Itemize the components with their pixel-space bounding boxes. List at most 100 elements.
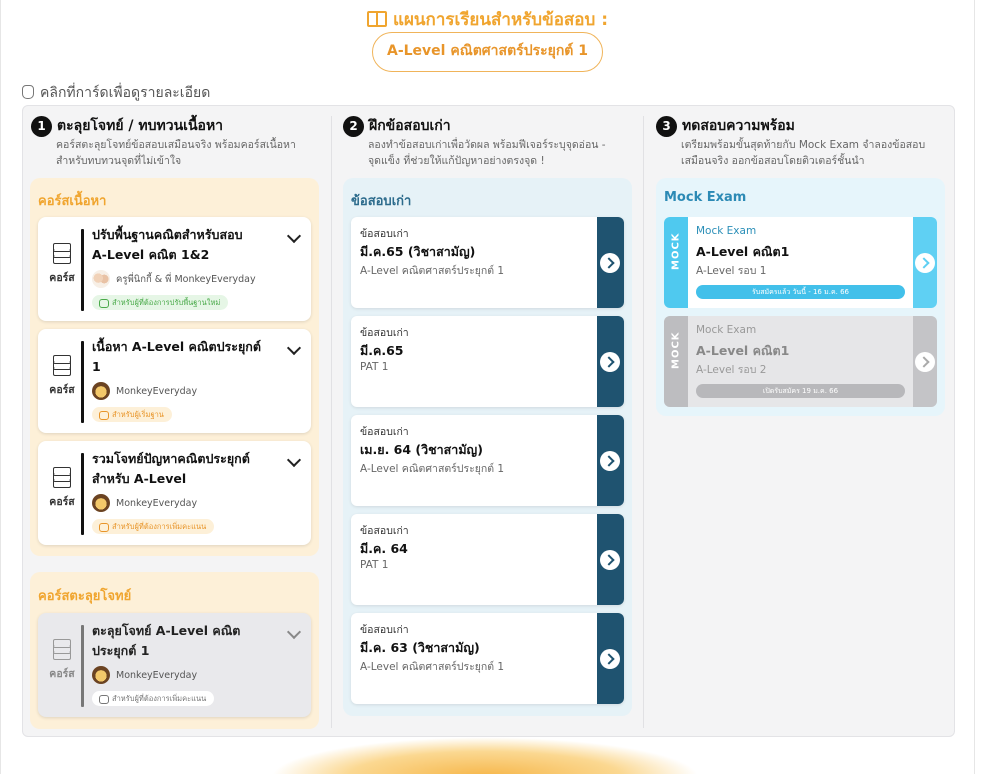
hint-label: คลิกที่การ์ดเพื่อดูรายละเอียด (40, 85, 211, 101)
content-course-group-title: คอร์สเนื้อหา (38, 194, 107, 209)
course-card[interactable]: คอร์ส รวมโจทย์ปัญหาคณิตประยุกต์ สำหรับ A… (38, 441, 311, 545)
step-3-description: เตรียมพร้อมขั้นสุดท้ายกับ Mock Exam จำลอ… (681, 137, 925, 169)
step-desc-line: เสมือนจริง ออกข้อสอบโดยติวเตอร์ชั้นนำ (681, 155, 865, 167)
course-tag: สำหรับผู้ที่ต้องการเพิ่มคะแนน (92, 691, 215, 706)
chevron-down-icon[interactable] (286, 624, 302, 640)
course-title: รวมโจทย์ปัญหาคณิตประยุกต์ สำหรับ A-Level (92, 449, 277, 489)
exam-date: มี.ค.65 (วิชาสามัญ) (360, 244, 476, 259)
old-exam-card[interactable]: ข้อสอบเก่า มี.ค.65 (วิชาสามัญ) A-Level ค… (351, 217, 624, 308)
course-accent-bar (81, 625, 84, 707)
hand-pointer-icon (22, 85, 34, 99)
chevron-right-icon (599, 450, 620, 471)
step-1-description: คอร์สตะลุยโจทย์ข้อสอบเสมือนจริง พร้อมคอร… (56, 137, 296, 169)
hint-text: คลิกที่การ์ดเพื่อดูรายละเอียด (22, 82, 210, 104)
bottom-decoration (270, 737, 700, 774)
teacher-name: MonkeyEveryday (116, 669, 198, 681)
step-desc-line: เตรียมพร้อมขั้นสุดท้ายกับ Mock Exam จำลอ… (681, 139, 926, 151)
step-2-description: ลองทำข้อสอบเก่าเพื่อวัดผล พร้อมฟีเจอร์ระ… (368, 137, 606, 169)
course-label: คอร์ส (49, 668, 75, 680)
teacher-avatar (92, 270, 110, 288)
exam-subject: PAT 1 (360, 559, 389, 571)
exam-type: ข้อสอบเก่า (360, 525, 409, 537)
mock-exam-card[interactable]: MOCK Mock Exam A-Level คณิต1 A-Level รอบ… (664, 217, 937, 308)
mock-stripe: MOCK (664, 217, 688, 308)
exam-open-button[interactable] (597, 613, 624, 704)
mock-type: Mock Exam (696, 324, 757, 336)
course-label: คอร์ส (49, 496, 75, 508)
mock-exam-group-title: Mock Exam (664, 190, 747, 205)
mock-title: A-Level คณิต1 (696, 343, 790, 358)
layers-icon (51, 355, 73, 377)
course-accent-bar (81, 453, 84, 535)
exam-type: ข้อสอบเก่า (360, 624, 409, 636)
step-desc-line: จุดแข็ง ที่ช่วยให้แก้ปัญหาอย่างตรงจุด ! (368, 155, 545, 167)
exam-date: มี.ค.65 (360, 343, 404, 358)
course-tag: สำหรับผู้ที่ต้องการปรับพื้นฐานใหม่ (92, 295, 229, 310)
plan-title-text: แผนการเรียนสำหรับข้อสอบ : (392, 10, 608, 30)
step-number: 1 (31, 115, 52, 137)
old-exam-card[interactable]: ข้อสอบเก่า มี.ค. 63 (วิชาสามัญ) A-Level … (351, 613, 624, 704)
course-title-line: เนื้อหา A-Level คณิตประยุกต์ (92, 339, 261, 354)
mock-vertical-label: MOCK (670, 231, 682, 270)
old-exam-card[interactable]: ข้อสอบเก่า มี.ค.65 PAT 1 (351, 316, 624, 407)
practice-course-group-title: คอร์สตะลุยโจทย์ (38, 589, 132, 604)
course-tag: สำหรับผู้เริ่มฐาน (92, 407, 172, 422)
course-title-line: รวมโจทย์ปัญหาคณิตประยุกต์ (92, 451, 250, 466)
step-desc-line: สำหรับทบทวนจุดที่ไม่เข้าใจ (56, 155, 182, 167)
course-teacher: MonkeyEveryday (92, 666, 197, 684)
old-exam-card[interactable]: ข้อสอบเก่า เม.ย. 64 (วิชาสามัญ) A-Level … (351, 415, 624, 506)
course-card[interactable]: คอร์ส ตะลุยโจทย์ A-Level คณิต ประยุกต์ 1… (38, 613, 311, 717)
mock-open-button[interactable] (913, 217, 937, 308)
exam-date: มี.ค. 64 (360, 541, 408, 556)
step-1-heading: 1 ตะลุยโจทย์ / ทบทวนเนื้อหา (31, 115, 223, 137)
course-title: เนื้อหา A-Level คณิตประยุกต์ 1 (92, 337, 277, 377)
exam-open-button[interactable] (597, 514, 624, 605)
exam-date: เม.ย. 64 (วิชาสามัญ) (360, 442, 483, 457)
book-icon (366, 11, 387, 27)
mock-registration-badge: รับสมัครแล้ว วันนี้ - 16 ม.ค. 66 (696, 285, 905, 299)
exam-subject: A-Level คณิตศาสตร์ประยุกต์ 1 (360, 265, 505, 277)
course-accent-bar (81, 229, 84, 311)
column-divider (643, 116, 644, 728)
exam-type: ข้อสอบเก่า (360, 228, 409, 240)
mock-round: A-Level รอบ 2 (696, 364, 767, 376)
teacher-name: MonkeyEveryday (116, 385, 198, 397)
chevron-right-icon (915, 351, 935, 372)
course-label: คอร์ส (49, 384, 75, 396)
layers-icon (51, 467, 73, 489)
exam-open-button[interactable] (597, 316, 624, 407)
mock-title: A-Level คณิต1 (696, 244, 790, 259)
course-teacher: ครูพี่นิกกี้ & พี่ MonkeyEveryday (92, 270, 256, 288)
exam-subject: A-Level คณิตศาสตร์ประยุกต์ 1 (360, 661, 505, 673)
course-title-line: ประยุกต์ 1 (92, 643, 150, 658)
step-title: ตะลุยโจทย์ / ทบทวนเนื้อหา (57, 118, 224, 134)
chevron-down-icon[interactable] (286, 452, 302, 468)
chevron-right-icon (599, 648, 620, 669)
course-title: ปรับพื้นฐานคณิตสำหรับสอบ A-Level คณิต 1&… (92, 225, 277, 265)
subject-pill[interactable]: A-Level คณิตศาสตร์ประยุกต์ 1 (372, 32, 603, 72)
old-exam-card[interactable]: ข้อสอบเก่า มี.ค. 64 PAT 1 (351, 514, 624, 605)
course-card[interactable]: คอร์ส เนื้อหา A-Level คณิตประยุกต์ 1 Mon… (38, 329, 311, 433)
mock-round: A-Level รอบ 1 (696, 265, 767, 277)
course-card[interactable]: คอร์ส ปรับพื้นฐานคณิตสำหรับสอบ A-Level ค… (38, 217, 311, 321)
layers-icon (51, 243, 73, 265)
course-icon: คอร์ส (48, 467, 76, 510)
course-tag: สำหรับผู้ที่ต้องการเพิ่มคะแนน (92, 519, 215, 534)
mock-exam-card[interactable]: MOCK Mock Exam A-Level คณิต1 A-Level รอบ… (664, 316, 937, 407)
layers-icon (51, 639, 73, 661)
chevron-down-icon[interactable] (286, 228, 302, 244)
exam-open-button[interactable] (597, 217, 624, 308)
course-title-line: A-Level คณิต 1&2 (92, 247, 210, 262)
teacher-name: MonkeyEveryday (116, 497, 198, 509)
chevron-down-icon[interactable] (286, 340, 302, 356)
exam-open-button[interactable] (597, 415, 624, 506)
course-teacher: MonkeyEveryday (92, 382, 197, 400)
step-title: ฝึกข้อสอบเก่า (369, 118, 451, 134)
mock-open-button[interactable] (913, 316, 937, 407)
course-icon: คอร์ส (48, 243, 76, 286)
course-title-line: ปรับพื้นฐานคณิตสำหรับสอบ (92, 227, 243, 242)
old-exam-group-title: ข้อสอบเก่า (351, 194, 412, 209)
course-title-line: สำหรับ A-Level (92, 471, 187, 486)
exam-type: ข้อสอบเก่า (360, 426, 409, 438)
step-3-heading: 3 ทดสอบความพร้อม (656, 115, 795, 137)
